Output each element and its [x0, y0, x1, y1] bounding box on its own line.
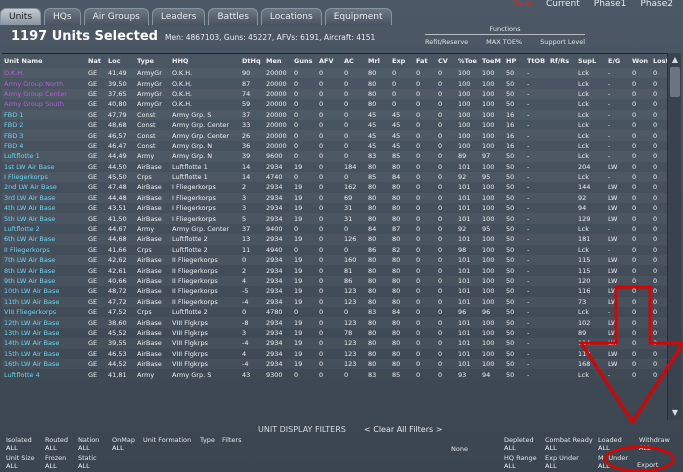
red-arrow-annotation	[578, 285, 683, 472]
down-arrow-icon	[578, 285, 683, 425]
highlight-ellipse	[603, 445, 675, 472]
